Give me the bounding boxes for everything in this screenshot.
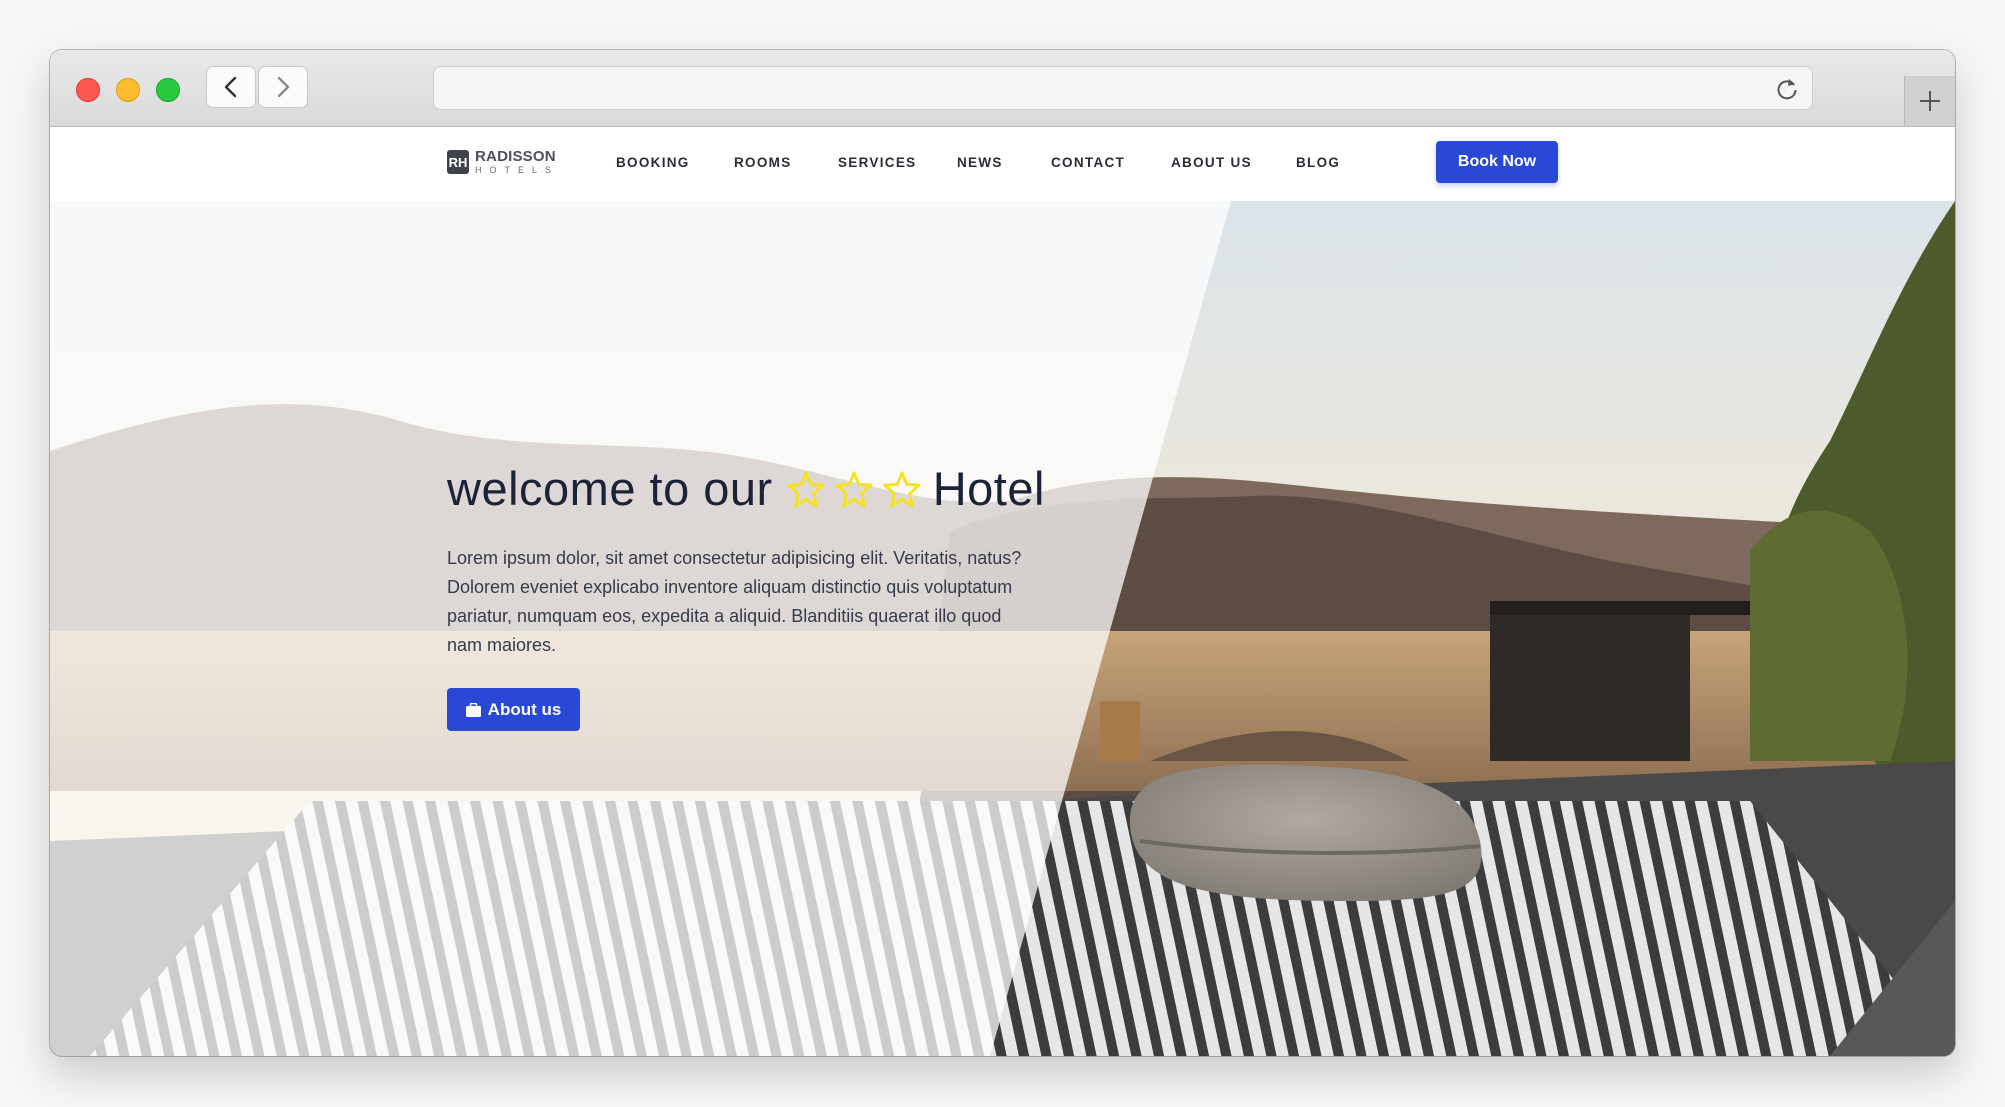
forward-button[interactable] xyxy=(258,66,308,108)
maximize-window-button[interactable] xyxy=(156,78,180,102)
hero-section: welcome to our Hotel Lorem ipsum dolor, … xyxy=(50,201,1955,1056)
back-button[interactable] xyxy=(206,66,256,108)
new-tab-button[interactable] xyxy=(1904,76,1955,126)
nav-blog[interactable]: BLOG xyxy=(1296,155,1340,170)
star-icon xyxy=(835,470,873,508)
hero-content: welcome to our Hotel Lorem ipsum dolor, … xyxy=(447,461,1127,731)
book-now-button[interactable]: Book Now xyxy=(1436,141,1558,183)
about-us-label: About us xyxy=(487,699,562,719)
nav-about-us[interactable]: ABOUT US xyxy=(1171,155,1252,170)
reload-icon[interactable] xyxy=(1774,76,1800,102)
chevron-left-icon xyxy=(224,76,237,98)
chevron-right-icon xyxy=(277,76,290,98)
hero-title: welcome to our Hotel xyxy=(447,461,1127,516)
hero-description: Lorem ipsum dolor, sit amet consectetur … xyxy=(447,548,1022,655)
briefcase-icon xyxy=(465,702,481,717)
web-page: RH RADISSON HOTELS BOOKING ROOMS SERVICE… xyxy=(50,127,1955,1056)
main-menu: BOOKING ROOMS SERVICES NEWS CONTACT ABOU… xyxy=(50,155,1955,175)
star-icon xyxy=(883,470,921,508)
plus-icon xyxy=(1920,91,1940,111)
nav-rooms[interactable]: ROOMS xyxy=(734,155,792,170)
close-window-button[interactable] xyxy=(76,78,100,102)
address-bar[interactable] xyxy=(433,66,1813,110)
nav-contact[interactable]: CONTACT xyxy=(1051,155,1125,170)
browser-toolbar xyxy=(50,50,1955,127)
browser-window: RH RADISSON HOTELS BOOKING ROOMS SERVICE… xyxy=(50,50,1955,1056)
star-icon xyxy=(787,470,825,508)
hero-title-prefix: welcome to our xyxy=(447,462,773,515)
hero-title-suffix: Hotel xyxy=(932,462,1045,515)
minimize-window-button[interactable] xyxy=(116,78,140,102)
nav-services[interactable]: SERVICES xyxy=(838,155,916,170)
star-rating xyxy=(787,470,921,508)
about-us-button[interactable]: About us xyxy=(447,688,580,731)
nav-booking[interactable]: BOOKING xyxy=(616,155,690,170)
nav-news[interactable]: NEWS xyxy=(957,155,1003,170)
site-navbar: RH RADISSON HOTELS BOOKING ROOMS SERVICE… xyxy=(50,127,1955,201)
